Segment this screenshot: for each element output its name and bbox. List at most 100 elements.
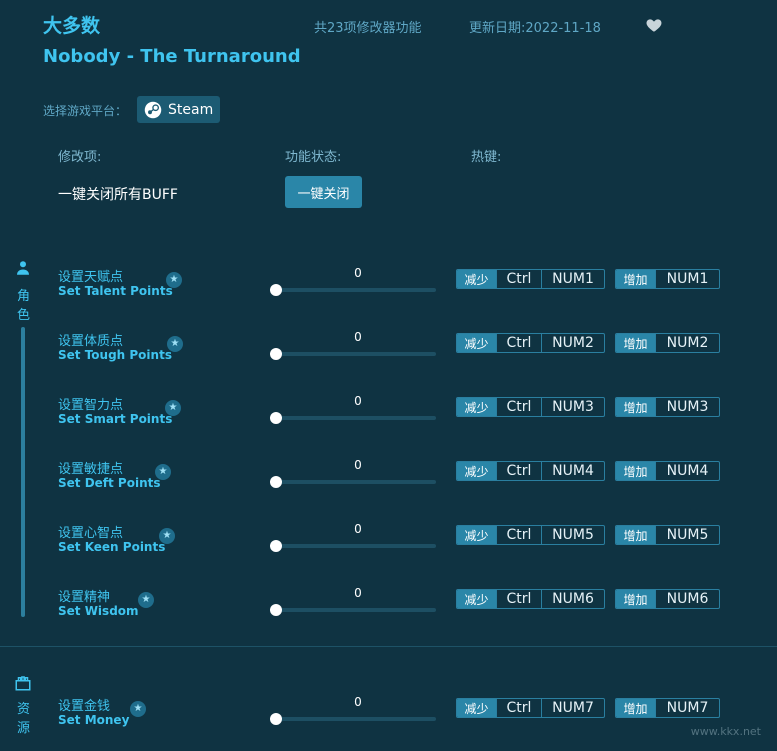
cheat-name-en: Set Deft Points [58, 476, 161, 490]
hotkey-decrease-tag: 减少 [457, 699, 496, 717]
hotkey-modifier: Ctrl [496, 699, 541, 717]
cheat-row: 设置金钱 Set Money ★ 0 减少 Ctrl NUM7 增加 NUM7 [0, 695, 777, 751]
cheat-row: 设置体质点 Set Tough Points ★ 0 减少 Ctrl NUM2 增加 NUM2 [0, 330, 777, 386]
cheat-row: 设置心智点 Set Keen Points ★ 0 减少 Ctrl NUM5 增加 NUM5 [0, 522, 777, 578]
cheat-name-zh: 设置体质点 [58, 334, 124, 349]
value-slider-handle[interactable] [270, 476, 282, 488]
hotkey-key: NUM6 [655, 590, 719, 608]
value-slider-track[interactable] [276, 416, 436, 420]
hotkey-key: NUM1 [541, 270, 604, 288]
cheat-name-zh: 设置敏捷点 [58, 462, 124, 477]
hotkey-decrease[interactable]: 减少 Ctrl NUM2 [456, 333, 605, 353]
value-slider-handle[interactable] [270, 713, 282, 725]
steam-icon [144, 101, 162, 118]
update-date: 更新日期:2022-11-18 [469, 21, 601, 36]
steam-platform-button[interactable]: Steam [137, 96, 220, 123]
hotkey-decrease-tag: 减少 [457, 526, 496, 544]
hotkey-increase-tag: 增加 [616, 699, 655, 717]
resource-icon [15, 676, 31, 691]
platform-label: 选择游戏平台： [43, 104, 128, 118]
column-header-item: 修改项: [58, 150, 102, 165]
value-slider-handle[interactable] [270, 284, 282, 296]
cheat-row: 设置智力点 Set Smart Points ★ 0 减少 Ctrl NUM3 增加 NUM3 [0, 394, 777, 450]
hotkey-increase[interactable]: 增加 NUM3 [615, 397, 720, 417]
hotkey-increase[interactable]: 增加 NUM5 [615, 525, 720, 545]
hotkey-key: NUM2 [541, 334, 604, 352]
value-slider-track[interactable] [276, 544, 436, 548]
favorite-star-icon[interactable]: ★ [167, 336, 183, 352]
column-header-hotkey: 热键: [471, 150, 502, 165]
favorite-star-icon[interactable]: ★ [165, 400, 181, 416]
cheat-name-en: Set Money [58, 713, 130, 727]
cheat-name-en: Set Tough Points [58, 348, 172, 362]
hotkey-decrease-tag: 减少 [457, 398, 496, 416]
hotkey-key: NUM3 [541, 398, 604, 416]
slider-value: 0 [354, 586, 362, 600]
favorite-star-icon[interactable]: ★ [159, 528, 175, 544]
hotkey-increase[interactable]: 增加 NUM1 [615, 269, 720, 289]
value-slider-track[interactable] [276, 608, 436, 612]
cheat-row: 设置天赋点 Set Talent Points ★ 0 减少 Ctrl NUM1 增加 NUM1 [0, 266, 777, 322]
cheat-name-zh: 设置天赋点 [58, 270, 124, 285]
value-slider-handle[interactable] [270, 540, 282, 552]
slider-value: 0 [354, 522, 362, 536]
hotkey-decrease-tag: 减少 [457, 462, 496, 480]
slider-value: 0 [354, 266, 362, 280]
hotkey-key: NUM7 [541, 699, 604, 717]
hotkey-increase-tag: 增加 [616, 398, 655, 416]
hotkey-key: NUM4 [655, 462, 719, 480]
cheat-name-zh: 设置精神 [58, 590, 111, 605]
hotkey-key: NUM5 [541, 526, 604, 544]
slider-value: 0 [354, 330, 362, 344]
value-slider-handle[interactable] [270, 604, 282, 616]
hotkey-modifier: Ctrl [496, 398, 541, 416]
close-all-buff-button[interactable]: 一键关闭 [285, 176, 362, 208]
hotkey-modifier: Ctrl [496, 590, 541, 608]
value-slider-track[interactable] [276, 288, 436, 292]
favorite-star-icon[interactable]: ★ [155, 464, 171, 480]
hotkey-key: NUM5 [655, 526, 719, 544]
hotkey-decrease[interactable]: 减少 Ctrl NUM6 [456, 589, 605, 609]
hotkey-increase[interactable]: 增加 NUM6 [615, 589, 720, 609]
hotkey-modifier: Ctrl [496, 462, 541, 480]
hotkey-increase[interactable]: 增加 NUM4 [615, 461, 720, 481]
cheat-name-en: Set Talent Points [58, 284, 173, 298]
section-divider [0, 646, 777, 647]
hotkey-increase-tag: 增加 [616, 334, 655, 352]
hotkey-modifier: Ctrl [496, 270, 541, 288]
hotkey-decrease[interactable]: 减少 Ctrl NUM4 [456, 461, 605, 481]
cheat-name-zh: 设置智力点 [58, 398, 124, 413]
value-slider-track[interactable] [276, 480, 436, 484]
value-slider-track[interactable] [276, 352, 436, 356]
steam-label: Steam [168, 101, 214, 118]
slider-value: 0 [354, 394, 362, 408]
hotkey-decrease[interactable]: 减少 Ctrl NUM3 [456, 397, 605, 417]
game-title: Nobody - The Turnaround [43, 46, 301, 67]
hotkey-increase[interactable]: 增加 NUM7 [615, 698, 720, 718]
hotkey-decrease-tag: 减少 [457, 590, 496, 608]
hotkey-increase-tag: 增加 [616, 462, 655, 480]
cheat-row: 设置精神 Set Wisdom ★ 0 减少 Ctrl NUM6 增加 NUM6 [0, 586, 777, 642]
favorite-star-icon[interactable]: ★ [138, 592, 154, 608]
hotkey-increase-tag: 增加 [616, 270, 655, 288]
heart-icon[interactable] [645, 16, 663, 34]
favorite-star-icon[interactable]: ★ [130, 701, 146, 717]
hotkey-key: NUM4 [541, 462, 604, 480]
value-slider-track[interactable] [276, 717, 436, 721]
hotkey-decrease[interactable]: 减少 Ctrl NUM1 [456, 269, 605, 289]
app-brand: 大多数 [43, 15, 101, 37]
value-slider-handle[interactable] [270, 412, 282, 424]
slider-value: 0 [354, 458, 362, 472]
hotkey-key: NUM1 [655, 270, 719, 288]
hotkey-decrease[interactable]: 减少 Ctrl NUM5 [456, 525, 605, 545]
hotkey-decrease-tag: 减少 [457, 270, 496, 288]
hotkey-increase-tag: 增加 [616, 590, 655, 608]
hotkey-decrease[interactable]: 减少 Ctrl NUM7 [456, 698, 605, 718]
hotkey-key: NUM3 [655, 398, 719, 416]
cheat-name-en: Set Smart Points [58, 412, 173, 426]
hotkey-increase[interactable]: 增加 NUM2 [615, 333, 720, 353]
value-slider-handle[interactable] [270, 348, 282, 360]
favorite-star-icon[interactable]: ★ [166, 272, 182, 288]
cheat-name-en: Set Keen Points [58, 540, 166, 554]
hotkey-modifier: Ctrl [496, 334, 541, 352]
